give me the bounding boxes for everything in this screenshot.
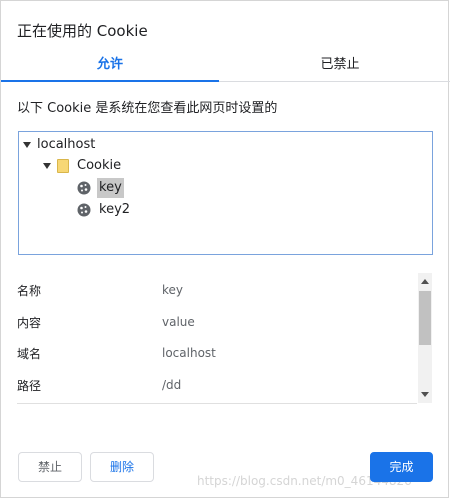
detail-row-domain: 域名 localhost [17,340,417,366]
cookie-label-selected: key [97,178,124,198]
folder-icon [57,159,69,173]
folder-label: Cookie [77,158,122,173]
detail-row-path: 路径 /dd [17,372,417,398]
scroll-thumb[interactable] [419,291,431,345]
tree-node-folder[interactable]: Cookie [43,156,121,176]
detail-value: key [162,283,184,297]
tree-node-cookie[interactable]: key2 [77,200,132,220]
cookie-tree[interactable]: localhost Cookie key key2 [18,131,433,255]
detail-value: localhost [162,346,216,360]
dialog-title: 正在使用的 Cookie [17,22,148,40]
detail-label: 内容 [17,315,42,330]
scroll-up-icon[interactable] [421,279,429,284]
done-button[interactable]: 完成 [370,452,433,482]
tree-node-cookie[interactable]: key [77,178,124,198]
cookies-dialog: 正在使用的 Cookie 允许 已禁止 以下 Cookie 是系统在您查看此网页… [0,0,450,498]
cookie-label: key2 [99,202,131,217]
tab-blocked[interactable]: 已禁止 [231,51,449,81]
detail-label: 路径 [17,378,42,393]
expand-triangle-icon[interactable] [43,163,51,169]
detail-value: /dd [162,378,182,392]
expand-triangle-icon[interactable] [23,142,31,148]
block-button[interactable]: 禁止 [18,452,82,482]
detail-label: 名称 [17,283,42,298]
tab-allowed[interactable]: 允许 [1,51,219,82]
tree-node-host[interactable]: localhost [23,135,95,155]
detail-row-name: 名称 key [17,277,417,303]
details-scrollbar[interactable] [418,273,432,403]
cookie-icon [77,181,91,195]
detail-value: value [162,315,195,329]
remove-button[interactable]: 删除 [90,452,154,482]
details-divider [17,403,417,404]
host-label: localhost [37,137,96,152]
description-text: 以下 Cookie 是系统在您查看此网页时设置的 [17,101,278,116]
cookie-icon [77,203,91,217]
scroll-down-icon[interactable] [421,392,429,397]
detail-row-content: 内容 value [17,309,417,335]
tab-bar: 允许 已禁止 [1,51,450,82]
detail-label: 域名 [17,346,42,361]
cookie-details: 名称 key 内容 value 域名 localhost 路径 /dd [17,273,417,405]
